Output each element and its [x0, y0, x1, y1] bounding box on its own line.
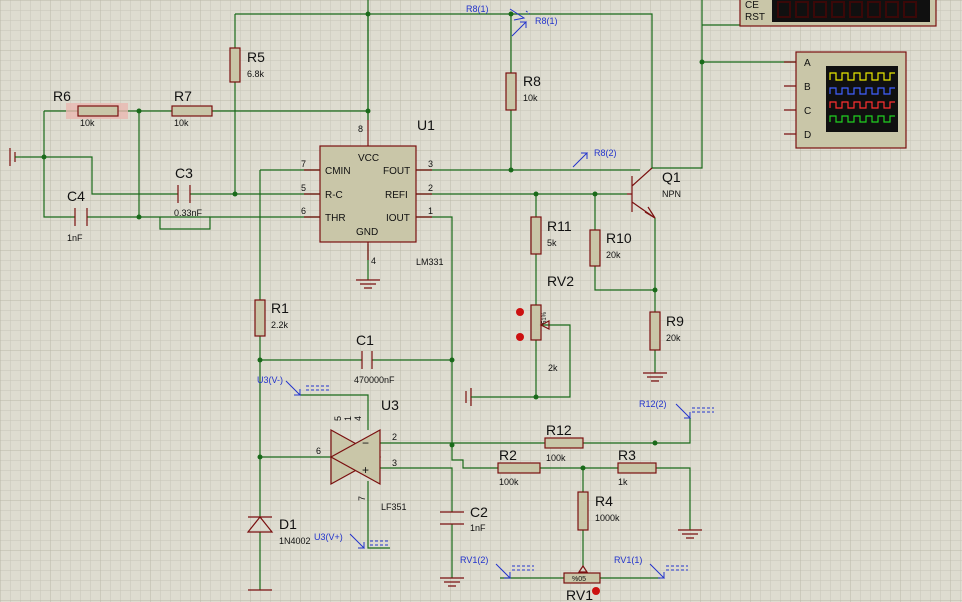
u3-part: LF351 — [381, 502, 407, 512]
u3-pinnum-5: 5 — [333, 416, 343, 421]
u3-pinnum-2: 2 — [392, 432, 397, 442]
u3-pinnum-3: 3 — [392, 458, 397, 468]
u1-pinnum-6: 6 — [301, 206, 306, 216]
u3-plus-sign: + — [362, 463, 369, 477]
osc-channel-b: B — [804, 82, 811, 93]
c4-value: 1nF — [67, 233, 83, 243]
r12-value: 100k — [546, 453, 566, 463]
u1-pinnum-3: 3 — [428, 159, 433, 169]
rv1-adjust-button[interactable] — [592, 587, 600, 595]
r2-ref: R2 — [499, 447, 517, 463]
u3-pinnum-6: 6 — [316, 446, 321, 456]
r2-value: 100k — [499, 477, 519, 487]
counter-pin-rst: RST — [745, 12, 765, 23]
probe-label-rv1-2: RV1(2) — [460, 555, 488, 565]
r12-ref: R12 — [546, 422, 572, 438]
r4-value: 1000k — [595, 513, 620, 523]
osc-channel-a: A — [804, 58, 811, 69]
c2-ref: C2 — [470, 504, 488, 520]
u3-pinnum-7: 7 — [357, 496, 367, 501]
u1-pinnum-4: 4 — [371, 256, 376, 266]
u3-pinnum-4: 4 — [353, 416, 363, 421]
r11-value: 5k — [547, 238, 557, 248]
d1-value: 1N4002 — [279, 536, 311, 546]
r3-ref: R3 — [618, 447, 636, 463]
r8-value: 10k — [523, 93, 538, 103]
rv2-decrement-button[interactable] — [516, 333, 524, 341]
r1-ref: R1 — [271, 300, 289, 316]
u1-pin-vcc: VCC — [358, 153, 379, 164]
rv1-setting: %05 — [572, 576, 586, 583]
c3-ref: C3 — [175, 165, 193, 181]
rv2-ref: RV2 — [547, 273, 574, 289]
c3-value: 0.33nF — [174, 208, 203, 218]
r7-value: 10k — [174, 118, 189, 128]
u1-part: LM331 — [416, 257, 444, 267]
osc-channel-c: C — [804, 106, 811, 117]
r10-value: 20k — [606, 250, 621, 260]
r3-value: 1k — [618, 477, 628, 487]
r8-ref: R8 — [523, 73, 541, 89]
r4-ref: R4 — [595, 493, 613, 509]
r9-value: 20k — [666, 333, 681, 343]
schematic-canvas[interactable]: R5 6.8k R6 10k R7 10k R8 10k C4 1nF C3 0… — [0, 0, 962, 602]
counter-pin-ce: CE — [745, 0, 759, 11]
u1-pin-fout: FOUT — [383, 166, 410, 177]
probe-label-r8-1: R8(1) — [535, 16, 558, 26]
rv2-value: 2k — [548, 363, 558, 373]
r9-ref: R9 — [666, 313, 684, 329]
u3-minus-sign: − — [362, 436, 369, 450]
u1-pin-cmin: CMIN — [325, 166, 351, 177]
u1-pinnum-1: 1 — [428, 206, 433, 216]
u1-pin-refi: REFI — [385, 190, 408, 201]
u3-ref: U3 — [381, 397, 399, 413]
d1-ref: D1 — [279, 516, 297, 532]
u1-pinnum-7: 7 — [301, 159, 306, 169]
u1-pinnum-2: 2 — [428, 183, 433, 193]
oscilloscope-instrument[interactable]: A B C D — [784, 51, 907, 149]
rv1-ref: RV1 — [566, 587, 593, 602]
r10-ref: R10 — [606, 230, 632, 246]
r11-ref: R11 — [547, 218, 572, 234]
q1-type: NPN — [662, 189, 681, 199]
u1-pin-gnd: GND — [356, 227, 378, 238]
r6-value: 10k — [80, 118, 95, 128]
counter-timer-instrument[interactable]: CE RST — [739, 0, 937, 27]
c1-ref: C1 — [356, 332, 374, 348]
c1-value: 470000nF — [354, 375, 395, 385]
u1-pinnum-8: 8 — [358, 124, 363, 134]
q1-ref: Q1 — [662, 169, 681, 185]
r5-value: 6.8k — [247, 69, 265, 79]
u1-pin-iout: IOUT — [386, 213, 410, 224]
u1-pin-rc: R-C — [325, 190, 343, 201]
probe-label-u3-vplus: U3(V+) — [314, 532, 343, 542]
osc-channel-d: D — [804, 130, 811, 141]
c2-value: 1nF — [470, 523, 486, 533]
probe-label-r8-1-top: R8(1) — [466, 4, 489, 14]
probe-label-r12-2: R12(2) — [639, 399, 667, 409]
u1-ref: U1 — [417, 117, 435, 133]
u3-pinnum-1: 1 — [343, 416, 353, 421]
r6-ref: R6 — [53, 88, 71, 104]
probe-label-r8-2: R8(2) — [594, 148, 617, 158]
u1-pinnum-5: 5 — [301, 183, 306, 193]
rv2-increment-button[interactable] — [516, 308, 524, 316]
r7-ref: R7 — [174, 88, 192, 104]
probe-label-rv1-1: RV1(1) — [614, 555, 642, 565]
r5-ref: R5 — [247, 49, 265, 65]
r1-value: 2.2k — [271, 320, 289, 330]
probe-label-u3-vminus: U3(V-) — [257, 375, 283, 385]
c4-ref: C4 — [67, 188, 85, 204]
u1-pin-thr: THR — [325, 213, 346, 224]
